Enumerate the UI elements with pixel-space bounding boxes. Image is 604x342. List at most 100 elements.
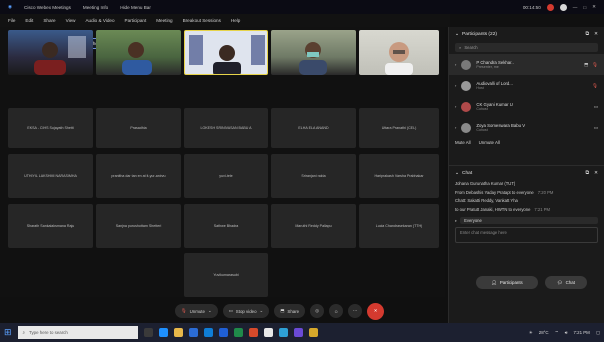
unmute-button[interactable]: 🎙︎ Unmute ⌄	[175, 304, 218, 318]
share-button[interactable]: ⬒ Share	[274, 304, 306, 318]
participant-search[interactable]: ⌕ Search	[455, 43, 598, 52]
menu-audio-video[interactable]: Audio & Video	[85, 18, 114, 23]
menu-help[interactable]: Help	[231, 18, 240, 23]
chrome-icon[interactable]	[263, 328, 273, 337]
popout-icon[interactable]: ⧉	[586, 170, 589, 176]
participants-toggle-button[interactable]: 👤︎ Participants	[476, 276, 538, 289]
unmute-all-button[interactable]: Unmute All	[479, 140, 500, 145]
wifi-icon[interactable]: ⌔	[555, 330, 559, 336]
popout-icon[interactable]: ⧉	[586, 31, 589, 37]
minimize-button[interactable]: —	[573, 5, 578, 10]
close-button[interactable]: ✕	[592, 4, 596, 10]
chevron-down-icon[interactable]: ⌄	[455, 171, 459, 176]
excel-icon[interactable]	[233, 328, 243, 337]
hide-menu-link[interactable]: Hide Menu Bar	[120, 5, 151, 10]
leave-meeting-button[interactable]: ✕	[367, 302, 385, 320]
teams-icon[interactable]	[293, 328, 303, 337]
task-view-icon[interactable]	[143, 328, 153, 337]
windows-start-icon[interactable]: ⊞	[4, 327, 12, 338]
share-screen-icon: ⬒	[584, 61, 589, 67]
menu-meeting[interactable]: Meeting	[156, 18, 172, 23]
chevron-right-icon: ›	[455, 125, 457, 130]
more-icon: ⋯	[352, 308, 358, 313]
notification-icon[interactable]: ▢	[596, 330, 600, 336]
participant-tile[interactable]: Hariprakash Varsha Prabhakar	[359, 154, 439, 198]
chevron-down-icon[interactable]: ⌄	[208, 308, 212, 314]
microphone-muted-icon[interactable]: 🎙︎	[592, 62, 598, 68]
participant-tile[interactable]: LOKESH SRINIVASAN BABU A	[184, 108, 268, 148]
participant-tile[interactable]: Uttara Pranathi (CEL)	[359, 108, 439, 148]
menu-file[interactable]: File	[8, 18, 15, 23]
video-button[interactable]: ▭ Stop video ⌄	[222, 304, 270, 318]
participant-tile[interactable]: Sharath Sankalaksmana Raju	[8, 204, 93, 248]
chevron-down-icon[interactable]: ⌄	[455, 32, 459, 37]
participant-tile[interactable]: Sanjna purushottam Shetteri	[96, 204, 181, 248]
participant-tile[interactable]: Sriranjani rakta	[271, 154, 356, 198]
taskbar-search-input[interactable]: Type here to search	[29, 330, 68, 335]
microphone-muted-icon: 🎙︎	[181, 308, 187, 313]
mute-all-button[interactable]: Mute All	[455, 140, 471, 145]
volume-icon[interactable]: 🔊︎	[565, 330, 568, 335]
participant-tile[interactable]: Sathwe Bhadra	[184, 204, 268, 248]
mail-icon[interactable]	[188, 328, 198, 337]
participant-tile[interactable]: UTHIYIL LAKSHMI NARASIMHA	[8, 154, 93, 198]
menu-breakout[interactable]: Breakout Sessions	[183, 18, 221, 23]
participant-tile[interactable]: Maruthi Reddy Pallapu	[271, 204, 356, 248]
record-button[interactable]: ◎	[310, 304, 325, 318]
participant-row[interactable]: › Zoya Someswara Babu V Cohost ▭	[449, 117, 604, 138]
participant-tile[interactable]: Lucia Chandrasekaran (TTH)	[359, 204, 439, 248]
participant-row[interactable]: › Audiovalli of Lord... Host 🎙︎	[449, 75, 604, 96]
reactions-button[interactable]: ☺	[329, 304, 344, 318]
more-options-button[interactable]: ⋯	[348, 304, 363, 318]
video-tile-4[interactable]	[271, 30, 356, 75]
search-input[interactable]: Search	[464, 45, 477, 50]
app-icon[interactable]	[308, 328, 318, 337]
video-tile-2[interactable]	[96, 30, 181, 75]
video-tile-1[interactable]	[8, 30, 93, 75]
recipient-select[interactable]: Everyone	[460, 217, 598, 225]
participant-row[interactable]: › CK Gyani Kumar U Cohost ▭	[449, 96, 604, 117]
chat-toggle-button[interactable]: 💬︎ Chat	[545, 276, 587, 289]
participants-title: Participants (22)	[462, 31, 497, 37]
chat-message: Chatt: Sakatti Reddy, Vankatt Yha	[455, 198, 518, 204]
chat-title: Chat	[462, 170, 473, 176]
person-silhouette-icon	[385, 42, 413, 75]
person-silhouette-icon	[189, 35, 265, 74]
participant-tile[interactable]: Prasadhia	[96, 108, 181, 148]
participant-tile[interactable]: yuvi-tele	[184, 154, 268, 198]
taskbar-search[interactable]: ⌕ Type here to search	[17, 326, 138, 339]
chat-toggle-label: Chat	[565, 280, 575, 285]
chevron-down-icon[interactable]: ⌄	[260, 308, 264, 314]
record-icon: ◎	[315, 308, 320, 313]
chat-message: Johana Gurunatha Kumar (TUT)	[455, 181, 516, 186]
chevron-right-icon: ›	[455, 62, 457, 67]
participant-tile[interactable]: ELHA ELA ANAND	[271, 108, 356, 148]
participant-row[interactable]: › P Chandra Sekhar.. Presenter, me ⬒ 🎙︎	[449, 54, 604, 75]
clock[interactable]: 7:21 PM	[573, 330, 589, 335]
powerpoint-icon[interactable]	[248, 328, 258, 337]
participant-tile[interactable]: pranitha dar tan en at it-yur-anirvu	[96, 154, 181, 198]
close-icon[interactable]: ✕	[594, 171, 598, 176]
participant-tile[interactable]: Yuvikumarasubi	[184, 253, 268, 297]
menu-edit[interactable]: Edit	[25, 18, 33, 23]
close-icon[interactable]: ✕	[594, 32, 598, 37]
maximize-button[interactable]: □	[583, 5, 586, 10]
word-icon[interactable]	[218, 328, 228, 337]
video-tile-5[interactable]	[359, 30, 439, 75]
webex-icon[interactable]	[278, 328, 288, 337]
edge-icon[interactable]	[158, 328, 168, 337]
person-silhouette-icon	[122, 42, 152, 75]
chat-input[interactable]: Enter chat message here	[455, 227, 598, 244]
microphone-muted-icon[interactable]: 🎙︎	[592, 83, 598, 89]
video-tile-3[interactable]	[184, 30, 268, 75]
chevron-right-icon: ›	[455, 104, 457, 109]
chat-recipient[interactable]: ▸ Everyone	[455, 217, 598, 225]
menu-participant[interactable]: Participant	[125, 18, 147, 23]
menu-view[interactable]: View	[66, 18, 76, 23]
meeting-info-link[interactable]: Meeting Info	[83, 5, 108, 10]
menu-share[interactable]: Share	[43, 18, 55, 23]
file-explorer-icon[interactable]	[173, 328, 183, 337]
video-label: Stop video	[235, 308, 257, 314]
store-icon[interactable]	[203, 328, 213, 337]
participant-tile[interactable]: EKSA - CIHS Sujayath Shetti	[8, 108, 93, 148]
